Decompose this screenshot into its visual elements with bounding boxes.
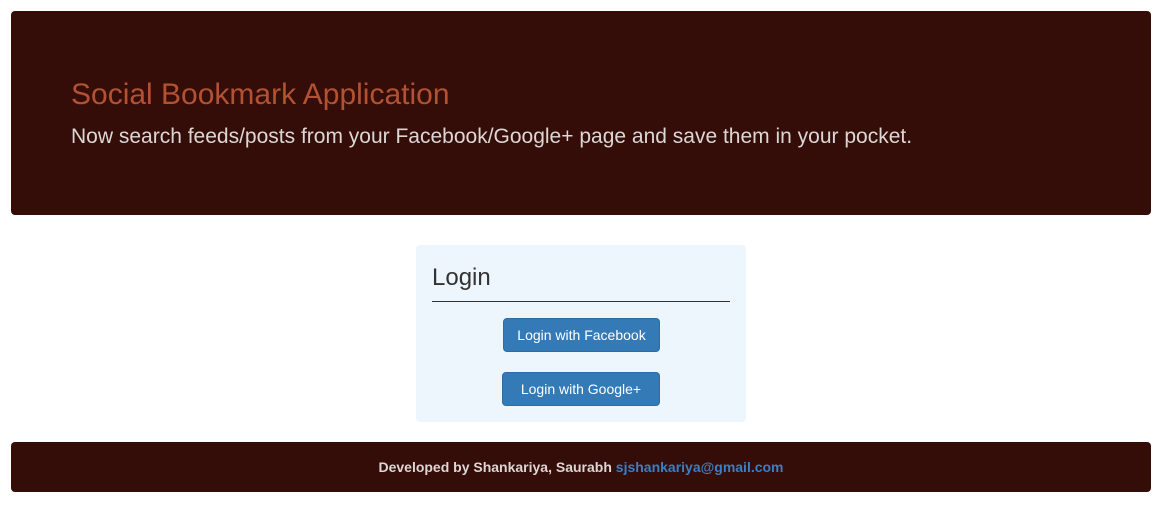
login-divider (432, 301, 730, 302)
footer-email-link[interactable]: sjshankariya@gmail.com (616, 459, 784, 475)
login-heading: Login (432, 264, 491, 291)
footer-credit: Developed by Shankariya, Saurabh (378, 459, 612, 475)
login-facebook-button[interactable]: Login with Facebook (503, 318, 660, 352)
app-title: Social Bookmark Application (71, 78, 450, 111)
footer: Developed by Shankariya, Saurabh sjshank… (11, 442, 1151, 492)
app-subtitle: Now search feeds/posts from your Faceboo… (71, 125, 913, 148)
login-panel: Login Login with Facebook Login with Goo… (416, 245, 746, 422)
page: Social Bookmark Application Now search f… (0, 0, 1164, 519)
login-google-button[interactable]: Login with Google+ (502, 372, 660, 406)
header-banner: Social Bookmark Application Now search f… (11, 11, 1151, 215)
